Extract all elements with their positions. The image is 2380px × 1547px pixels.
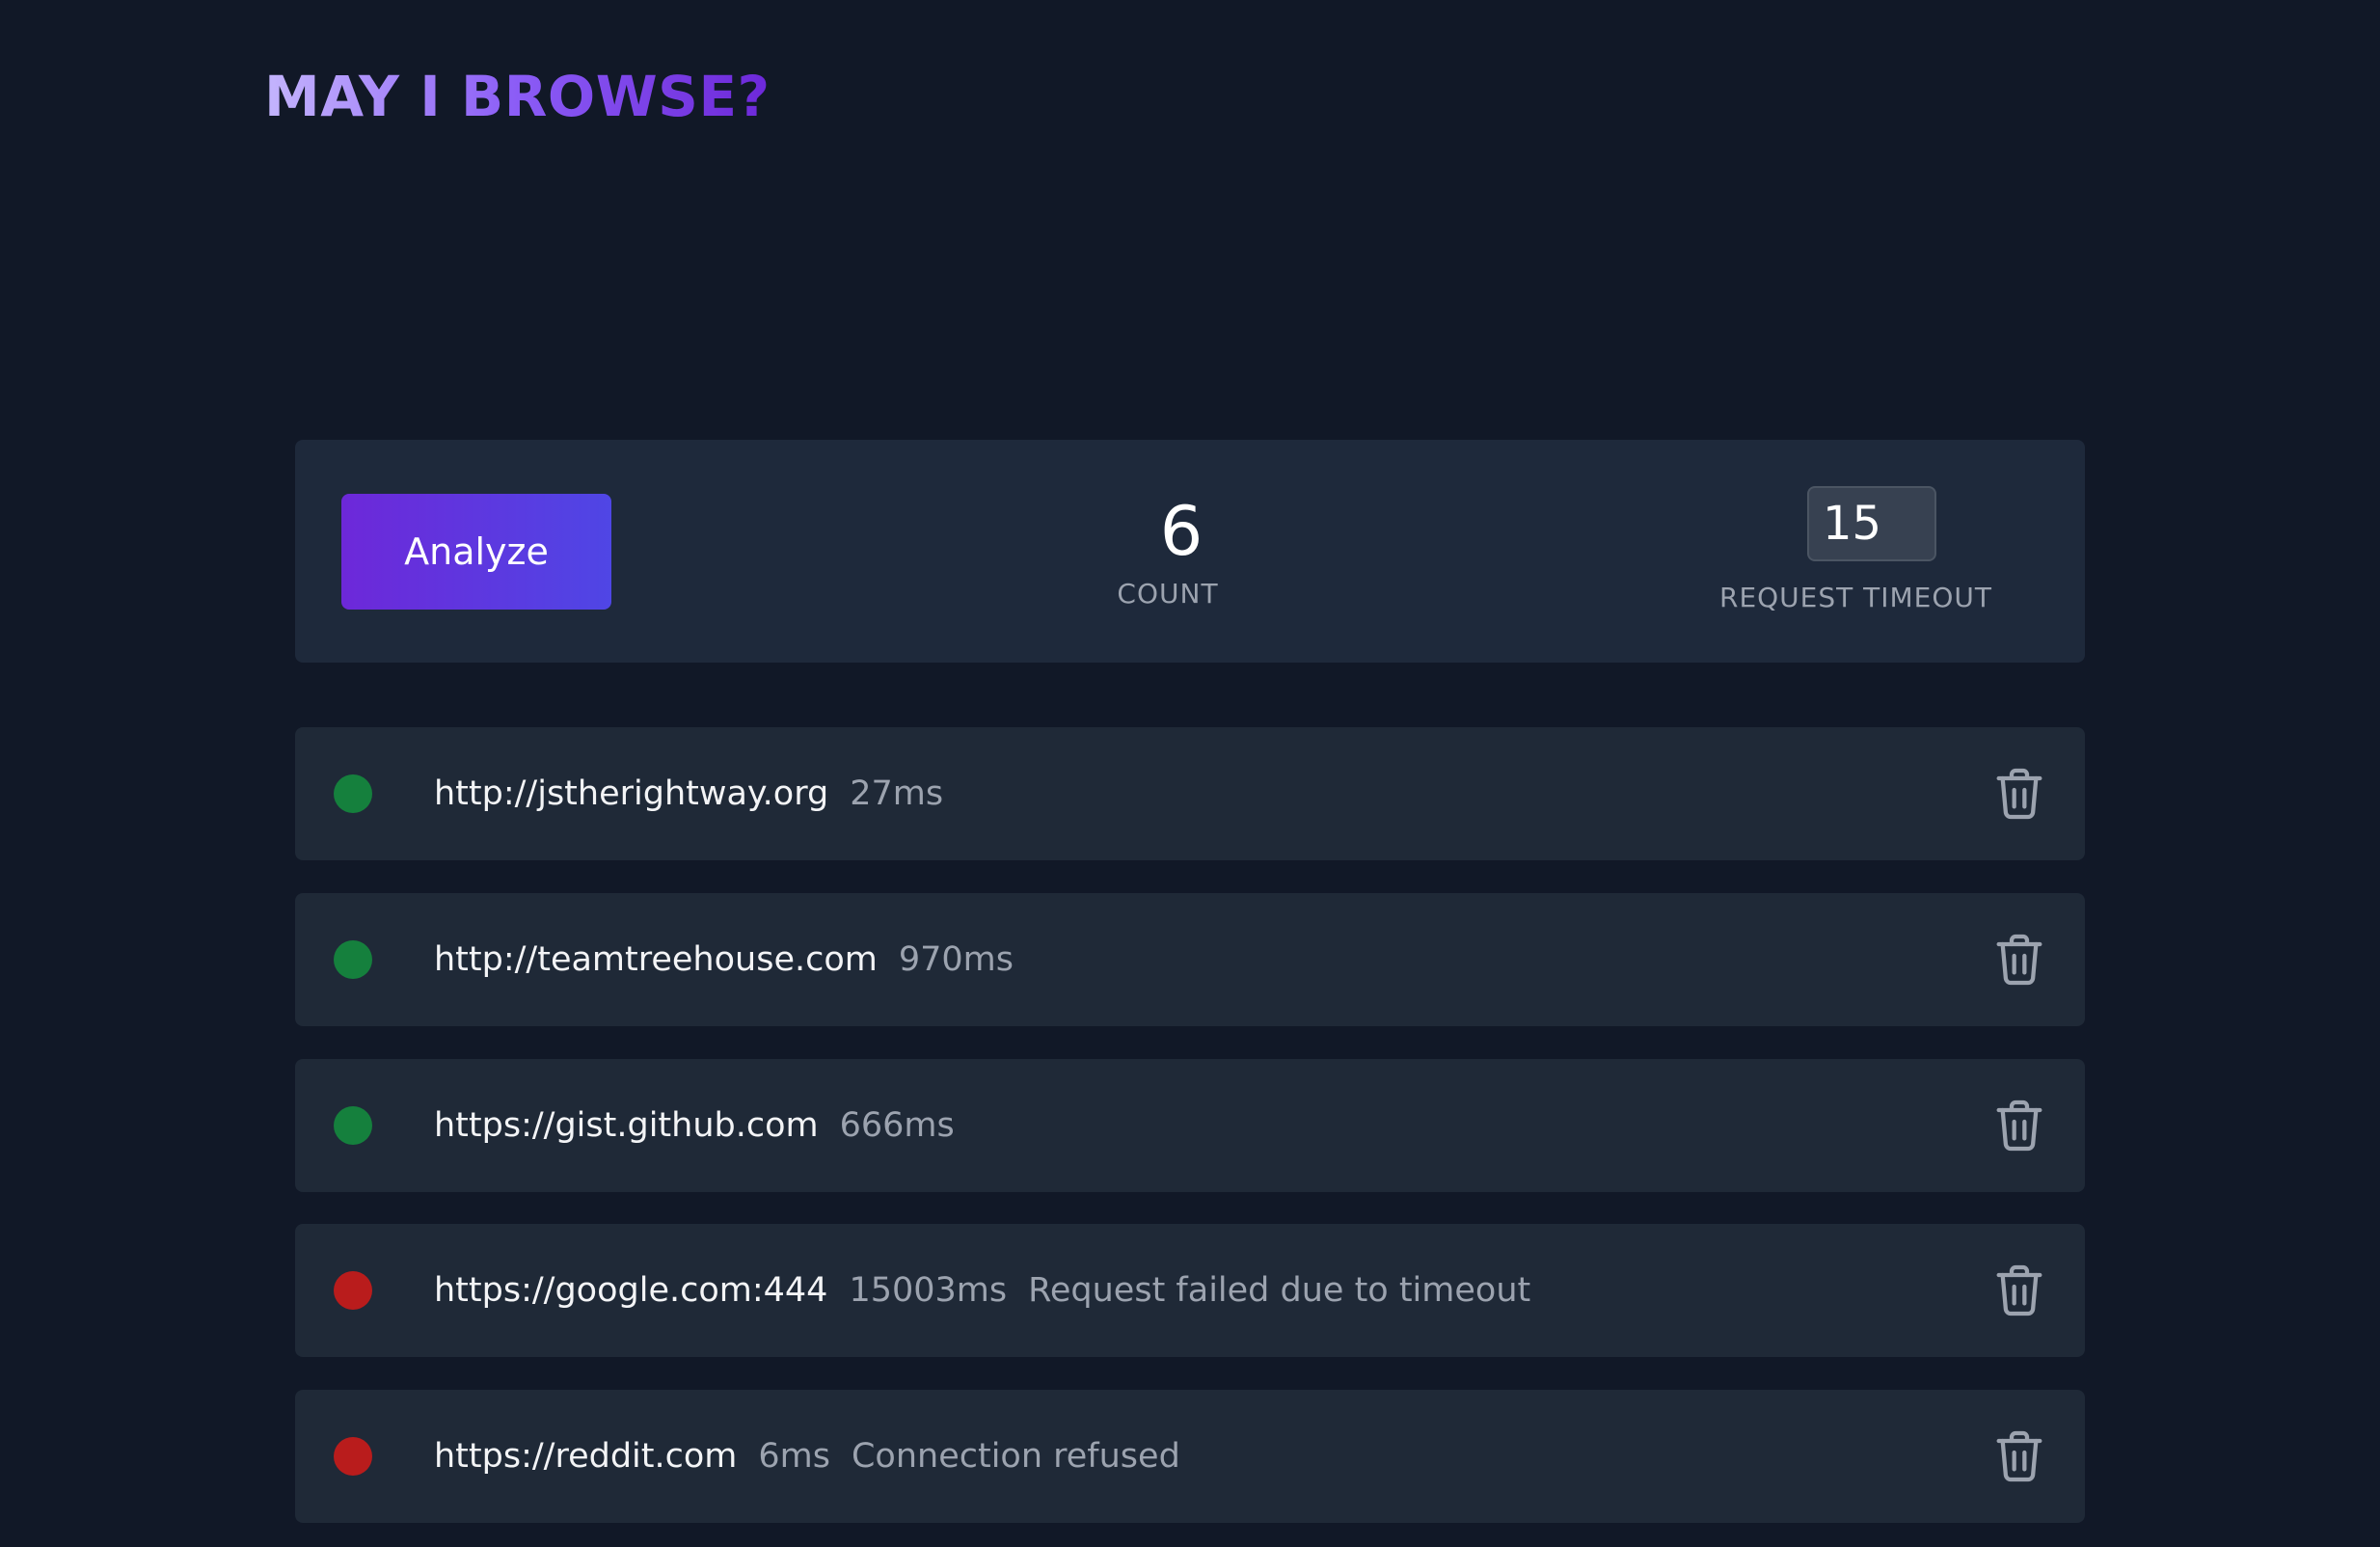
result-error: Connection refused (851, 1437, 1180, 1476)
status-indicator (334, 1106, 372, 1145)
count-display: 6 COUNT (1076, 488, 1259, 613)
status-indicator (334, 1271, 372, 1310)
analyze-button[interactable]: Analyze (341, 494, 611, 610)
result-time: 6ms (758, 1437, 830, 1476)
row-text: http://teamtreehouse.com 970ms (434, 893, 1014, 1026)
result-row: http://jstherightway.org 27ms (295, 727, 2085, 860)
status-indicator (334, 1437, 372, 1476)
delete-button[interactable] (1988, 1095, 2050, 1156)
status-indicator (334, 774, 372, 813)
trash-icon (1996, 934, 2042, 986)
row-text: http://jstherightway.org 27ms (434, 727, 943, 860)
row-text: https://gist.github.com 666ms (434, 1059, 955, 1192)
delete-button[interactable] (1988, 763, 2050, 825)
result-error: Request failed due to timeout (1028, 1271, 1531, 1310)
count-label: COUNT (1117, 578, 1219, 610)
result-row: https://google.com:444 15003ms Request fai… (295, 1224, 2085, 1357)
row-text: https://reddit.com 6ms Connection refused (434, 1390, 1180, 1523)
delete-button[interactable] (1988, 1425, 2050, 1487)
result-time: 27ms (850, 774, 944, 813)
result-row: https://reddit.com 6ms Connection refused (295, 1390, 2085, 1523)
result-url: http://jstherightway.org (434, 774, 829, 813)
result-time: 15003ms (849, 1271, 1008, 1310)
app-title: MAY I BROWSE? (264, 58, 771, 135)
result-row: https://gist.github.com 666ms (295, 1059, 2085, 1192)
result-row: http://teamtreehouse.com 970ms (295, 893, 2085, 1026)
delete-button[interactable] (1988, 1260, 2050, 1321)
timeout-label: REQUEST TIMEOUT (1719, 582, 1992, 613)
result-url: http://teamtreehouse.com (434, 940, 878, 979)
result-time: 970ms (898, 940, 1014, 979)
count-value: 6 (1159, 492, 1204, 571)
trash-icon (1996, 768, 2042, 820)
trash-icon (1996, 1264, 2042, 1316)
result-url: https://reddit.com (434, 1437, 738, 1476)
control-panel: Analyze 6 COUNT REQUEST TIMEOUT (295, 440, 2085, 663)
trash-icon (1996, 1430, 2042, 1482)
row-text: https://google.com:444 15003ms Request fai… (434, 1224, 1530, 1357)
result-url: https://gist.github.com (434, 1106, 819, 1145)
trash-icon (1996, 1099, 2042, 1152)
timeout-input[interactable] (1807, 486, 1936, 561)
status-indicator (334, 940, 372, 979)
delete-button[interactable] (1988, 929, 2050, 991)
result-url: https://google.com:444 (434, 1271, 828, 1310)
result-time: 666ms (839, 1106, 955, 1145)
